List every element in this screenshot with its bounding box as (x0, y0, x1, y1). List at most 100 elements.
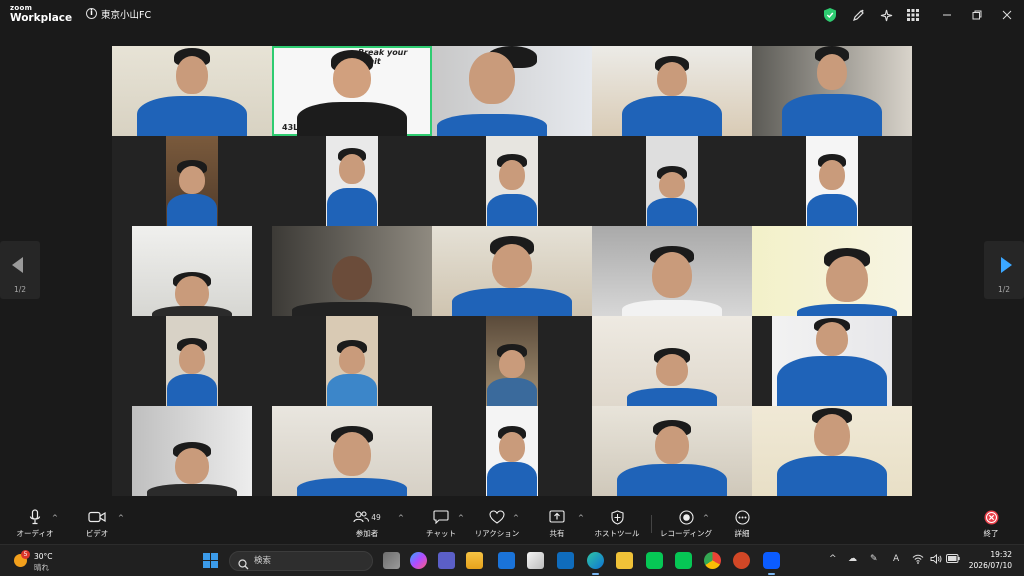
store-icon[interactable] (466, 552, 483, 569)
taskbar-search-box[interactable] (229, 551, 373, 571)
remote-desktop-icon[interactable] (557, 552, 574, 569)
participant-video-tile[interactable] (752, 406, 912, 496)
audio-options-chevron-icon[interactable]: ^ (52, 514, 58, 522)
windows-start-icon[interactable] (203, 553, 218, 568)
participant-video-tile[interactable] (592, 226, 752, 316)
taskbar-clock[interactable]: 19:32 2026/07/10 (969, 549, 1012, 571)
chat-bubble-icon (433, 508, 449, 526)
reactions-button[interactable]: リアクション (467, 508, 527, 539)
wifi-icon[interactable] (912, 554, 924, 567)
participant-video-tile[interactable] (752, 226, 912, 316)
logo-line-2: Workplace (10, 12, 73, 24)
participant-video-tile[interactable] (646, 136, 698, 226)
sparkle-icon[interactable] (878, 7, 894, 23)
participant-video-tile[interactable] (112, 46, 272, 136)
minimize-button[interactable] (939, 7, 955, 23)
reactions-label: リアクション (474, 529, 520, 538)
participant-video-tile[interactable] (486, 406, 538, 496)
grid-icon[interactable] (905, 7, 921, 23)
chrome-icon[interactable] (704, 552, 721, 569)
share-label: 共有 (549, 529, 565, 538)
copilot-icon[interactable] (410, 552, 427, 569)
participant-video-tile[interactable] (592, 406, 752, 496)
line-icon[interactable] (675, 552, 692, 569)
participant-video-tile[interactable] (486, 136, 538, 226)
host-shield-icon (610, 508, 624, 526)
share-options-chevron-icon[interactable]: ^ (578, 514, 584, 522)
pen-icon[interactable] (850, 7, 866, 23)
host-tools-label: ホストツール (594, 529, 640, 538)
page-indicator-right: 1/2 (997, 285, 1011, 294)
participant-video-tile[interactable] (592, 316, 752, 406)
participant-video-tile[interactable] (432, 226, 592, 316)
weather-condition: 晴れ (34, 563, 49, 572)
pen-tray-icon[interactable]: ✎ (870, 554, 878, 564)
weather-temperature: 30°C (34, 552, 53, 561)
chat-button[interactable]: チャット (411, 508, 471, 539)
audio-label: オーディオ (16, 529, 54, 538)
meeting-toolbar: オーディオ ^ ビデオ ^ 49 参加者 ^ チャット ^ リアクション ^ 共… (0, 504, 1024, 544)
participant-video-tile[interactable] (752, 46, 912, 136)
recording-options-chevron-icon[interactable]: ^ (703, 514, 709, 522)
active-speaker-video-tile[interactable]: Break your Limit 43Lab (272, 46, 432, 136)
volume-icon[interactable] (930, 553, 942, 567)
host-tools-button[interactable]: ホストツール (587, 508, 647, 539)
participant-video-tile[interactable] (806, 136, 858, 226)
participant-video-tile[interactable] (486, 316, 538, 406)
share-button[interactable]: 共有 (527, 508, 587, 539)
participant-video-tile[interactable] (166, 316, 218, 406)
previous-page-button[interactable]: 1/2 (0, 241, 40, 299)
video-label: ビデオ (85, 529, 109, 538)
zoom-icon[interactable] (763, 552, 780, 575)
meeting-info-icon[interactable]: i (86, 8, 97, 19)
file-explorer-icon[interactable] (616, 552, 633, 569)
next-page-button[interactable]: 1/2 (984, 241, 1024, 299)
search-input[interactable] (254, 554, 364, 568)
cloud-icon[interactable]: ☁ (848, 554, 857, 564)
heart-icon (489, 508, 505, 526)
video-button[interactable]: ビデオ (67, 508, 127, 539)
participant-video-tile[interactable] (132, 226, 252, 316)
recording-button[interactable]: レコーディング (656, 508, 716, 539)
app-icon[interactable] (527, 552, 544, 569)
participant-video-tile[interactable] (132, 406, 252, 496)
end-label: 終了 (983, 529, 999, 538)
audio-button[interactable]: オーディオ (5, 508, 65, 539)
video-options-chevron-icon[interactable]: ^ (118, 514, 124, 522)
search-icon (238, 555, 249, 574)
ime-indicator[interactable]: A (893, 554, 899, 564)
participants-options-chevron-icon[interactable]: ^ (398, 514, 404, 522)
participant-video-tile[interactable] (772, 316, 892, 406)
shield-icon[interactable] (822, 7, 838, 23)
weather-widget[interactable]: 5 30°C 晴れ (12, 550, 72, 572)
clock-date: 2026/07/10 (968, 561, 1012, 570)
participant-video-tile[interactable] (326, 136, 378, 226)
close-window-button[interactable] (999, 7, 1015, 23)
participant-video-tile[interactable] (272, 406, 432, 496)
chevron-right-icon (1000, 257, 1012, 277)
powerpoint-icon[interactable] (733, 552, 750, 569)
line-icon[interactable] (646, 552, 663, 569)
participant-video-tile[interactable] (272, 226, 432, 316)
reactions-options-chevron-icon[interactable]: ^ (513, 514, 519, 522)
participants-button[interactable]: 49 参加者 (337, 508, 397, 539)
restore-button[interactable] (969, 7, 985, 23)
participant-video-tile[interactable] (432, 46, 592, 136)
participants-count: 49 (371, 512, 381, 522)
chevron-left-icon (12, 257, 24, 277)
more-button[interactable]: 詳細 (712, 508, 772, 539)
participants-icon-group: 49 (353, 508, 381, 526)
battery-icon[interactable] (946, 554, 960, 566)
task-view-icon[interactable] (383, 552, 400, 569)
participant-video-tile[interactable] (592, 46, 752, 136)
outlook-icon[interactable] (498, 552, 515, 569)
participant-video-tile[interactable] (326, 316, 378, 406)
edge-icon[interactable] (587, 552, 604, 575)
participant-video-tile[interactable] (166, 136, 218, 226)
microphone-icon (29, 508, 41, 526)
end-meeting-button[interactable]: 終了 (961, 508, 1021, 539)
chat-options-chevron-icon[interactable]: ^ (458, 514, 464, 522)
teams-icon[interactable] (438, 552, 455, 569)
weather-badge: 5 (21, 550, 30, 559)
tray-overflow-chevron-icon[interactable]: ^ (829, 554, 837, 564)
